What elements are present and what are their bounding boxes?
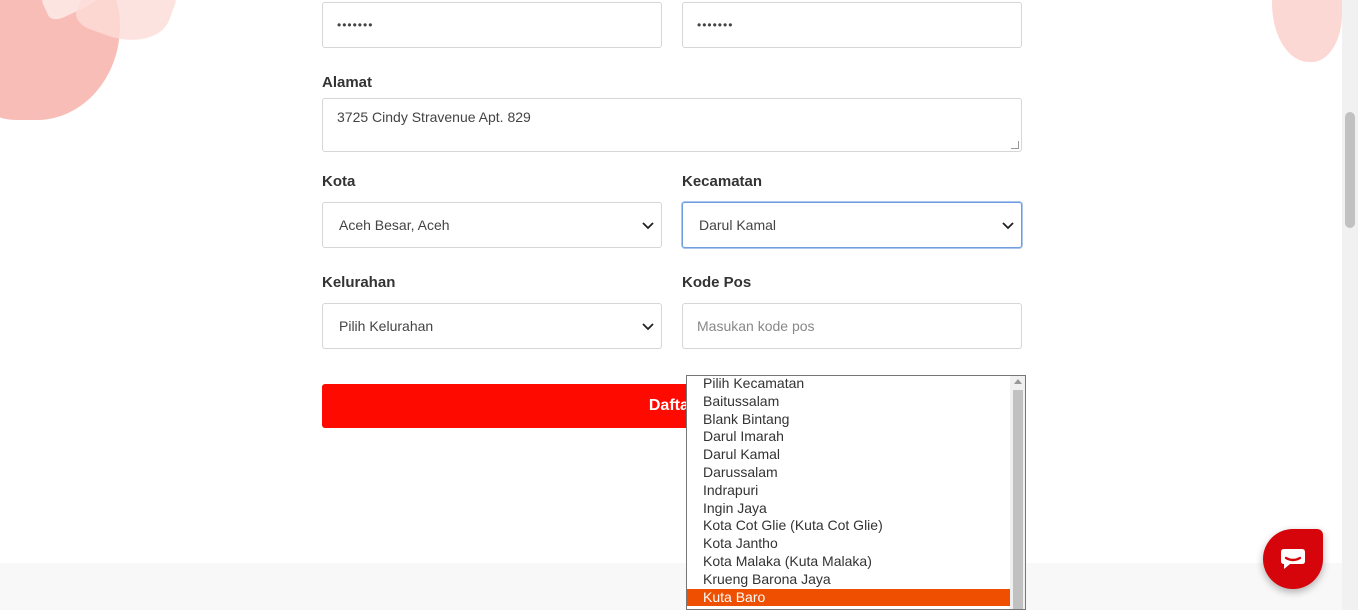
kodepos-label: Kode Pos (682, 274, 752, 291)
decorative-blob-right (1272, 0, 1342, 62)
kecamatan-label: Kecamatan (682, 173, 763, 190)
kodepos-placeholder: Masukan kode pos (697, 318, 815, 334)
chevron-down-icon (642, 323, 654, 331)
resize-handle-icon[interactable] (1011, 141, 1019, 149)
scroll-up-icon[interactable] (1014, 379, 1022, 384)
kodepos-input[interactable]: Masukan kode pos (682, 303, 1022, 349)
chevron-down-icon (1002, 222, 1014, 230)
alamat-textarea[interactable]: 3725 Cindy Stravenue Apt. 829 (322, 98, 1022, 152)
kota-value: Aceh Besar, Aceh (339, 217, 450, 233)
kelurahan-select[interactable]: Pilih Kelurahan (322, 303, 662, 349)
page-scroll-thumb[interactable] (1345, 112, 1355, 228)
dropdown-option[interactable]: Pilih Kecamatan (687, 376, 1010, 393)
dropdown-option[interactable]: Blank Bintang (687, 411, 1010, 429)
alamat-value: 3725 Cindy Stravenue Apt. 829 (337, 109, 531, 125)
chat-button[interactable] (1263, 529, 1323, 589)
kota-select[interactable]: Aceh Besar, Aceh (322, 202, 662, 248)
dropdown-option[interactable]: Baitussalam (687, 393, 1010, 411)
kecamatan-dropdown-list[interactable]: Pilih Kecamatan Baitussalam Blank Bintang D… (686, 375, 1026, 610)
dropdown-option[interactable]: Kota Malaka (Kuta Malaka) (687, 553, 1010, 571)
dropdown-option[interactable]: Indrapuri (687, 482, 1010, 500)
dropdown-option[interactable]: Krueng Barona Jaya (687, 571, 1010, 589)
kecamatan-value: Darul Kamal (699, 217, 777, 233)
footer-band (0, 563, 1342, 610)
dropdown-options: Pilih Kecamatan Baitussalam Blank Bintang D… (687, 376, 1025, 609)
dropdown-option[interactable]: Ingin Jaya (687, 500, 1010, 518)
kelurahan-value: Pilih Kelurahan (339, 318, 434, 334)
kelurahan-label: Kelurahan (322, 274, 396, 291)
chat-bubble-icon (1281, 549, 1305, 569)
dropdown-scrollbar[interactable] (1010, 376, 1025, 609)
dropdown-scroll-thumb[interactable] (1013, 390, 1023, 609)
page-scrollbar[interactable] (1342, 0, 1358, 610)
dropdown-option[interactable]: Lembah Seulawah (687, 606, 1010, 609)
dropdown-option[interactable]: Kota Jantho (687, 535, 1010, 553)
password-value: ••••••• (337, 18, 374, 32)
password-input[interactable]: ••••••• (322, 2, 662, 48)
confirm-password-input[interactable]: ••••••• (682, 2, 1022, 48)
dropdown-option[interactable]: Darul Imarah (687, 428, 1010, 446)
dropdown-option[interactable]: Darussalam (687, 464, 1010, 482)
dropdown-option[interactable]: Kuta Baro (687, 588, 1010, 607)
confirm-password-value: ••••••• (697, 18, 734, 32)
dropdown-option[interactable]: Darul Kamal (687, 446, 1010, 464)
dropdown-option[interactable]: Kota Cot Glie (Kuta Cot Glie) (687, 517, 1010, 535)
alamat-label: Alamat (322, 74, 373, 91)
kecamatan-select[interactable]: Darul Kamal (682, 202, 1022, 248)
kota-label: Kota (322, 173, 356, 190)
chevron-down-icon (642, 222, 654, 230)
